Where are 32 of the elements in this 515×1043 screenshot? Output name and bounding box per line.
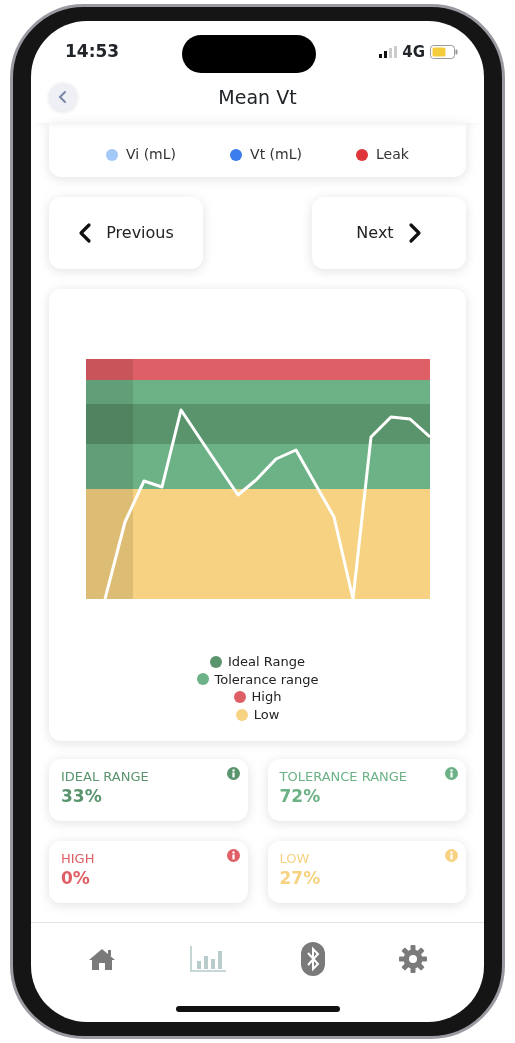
settings-icon[interactable] xyxy=(398,944,427,973)
legend-label: Ideal Range xyxy=(228,653,305,671)
stat-label: IDEAL RANGE xyxy=(61,769,149,785)
chevron-right-icon xyxy=(407,222,422,244)
chevron-left-icon xyxy=(78,222,93,244)
status-time: 14:53 xyxy=(65,40,120,63)
stat-label: TOLERANCE RANGE xyxy=(279,769,408,785)
bluetooth-icon[interactable] xyxy=(300,941,325,976)
legend-label: Leak xyxy=(376,145,409,164)
stat-label: HIGH xyxy=(61,851,95,867)
home-icon[interactable] xyxy=(88,946,117,971)
stat-value: 33% xyxy=(61,785,103,807)
legend-label: Low xyxy=(253,705,280,724)
info-icon[interactable] xyxy=(226,849,240,862)
legend-label: Vt (mL) xyxy=(250,145,302,164)
back-button[interactable] xyxy=(49,83,77,111)
screen-title: Mean Vt xyxy=(218,84,297,110)
legend-label: High xyxy=(251,688,282,706)
next-button[interactable]: Next xyxy=(312,197,466,269)
battery-icon xyxy=(430,45,458,60)
info-icon[interactable] xyxy=(226,767,240,780)
stat-value: 72% xyxy=(279,785,322,807)
chevron-left-icon xyxy=(58,90,68,104)
legend-label: Tolerance range xyxy=(214,670,319,689)
info-icon[interactable] xyxy=(445,767,458,780)
previous-button[interactable]: Previous xyxy=(49,197,203,269)
stat-value: 27% xyxy=(279,867,322,889)
signal-icon xyxy=(379,46,398,59)
stat-label: LOW xyxy=(279,851,310,867)
legend-label: Vi (mL) xyxy=(126,145,176,164)
stat-value: 0% xyxy=(61,867,91,889)
network-label: 4G xyxy=(402,42,425,63)
